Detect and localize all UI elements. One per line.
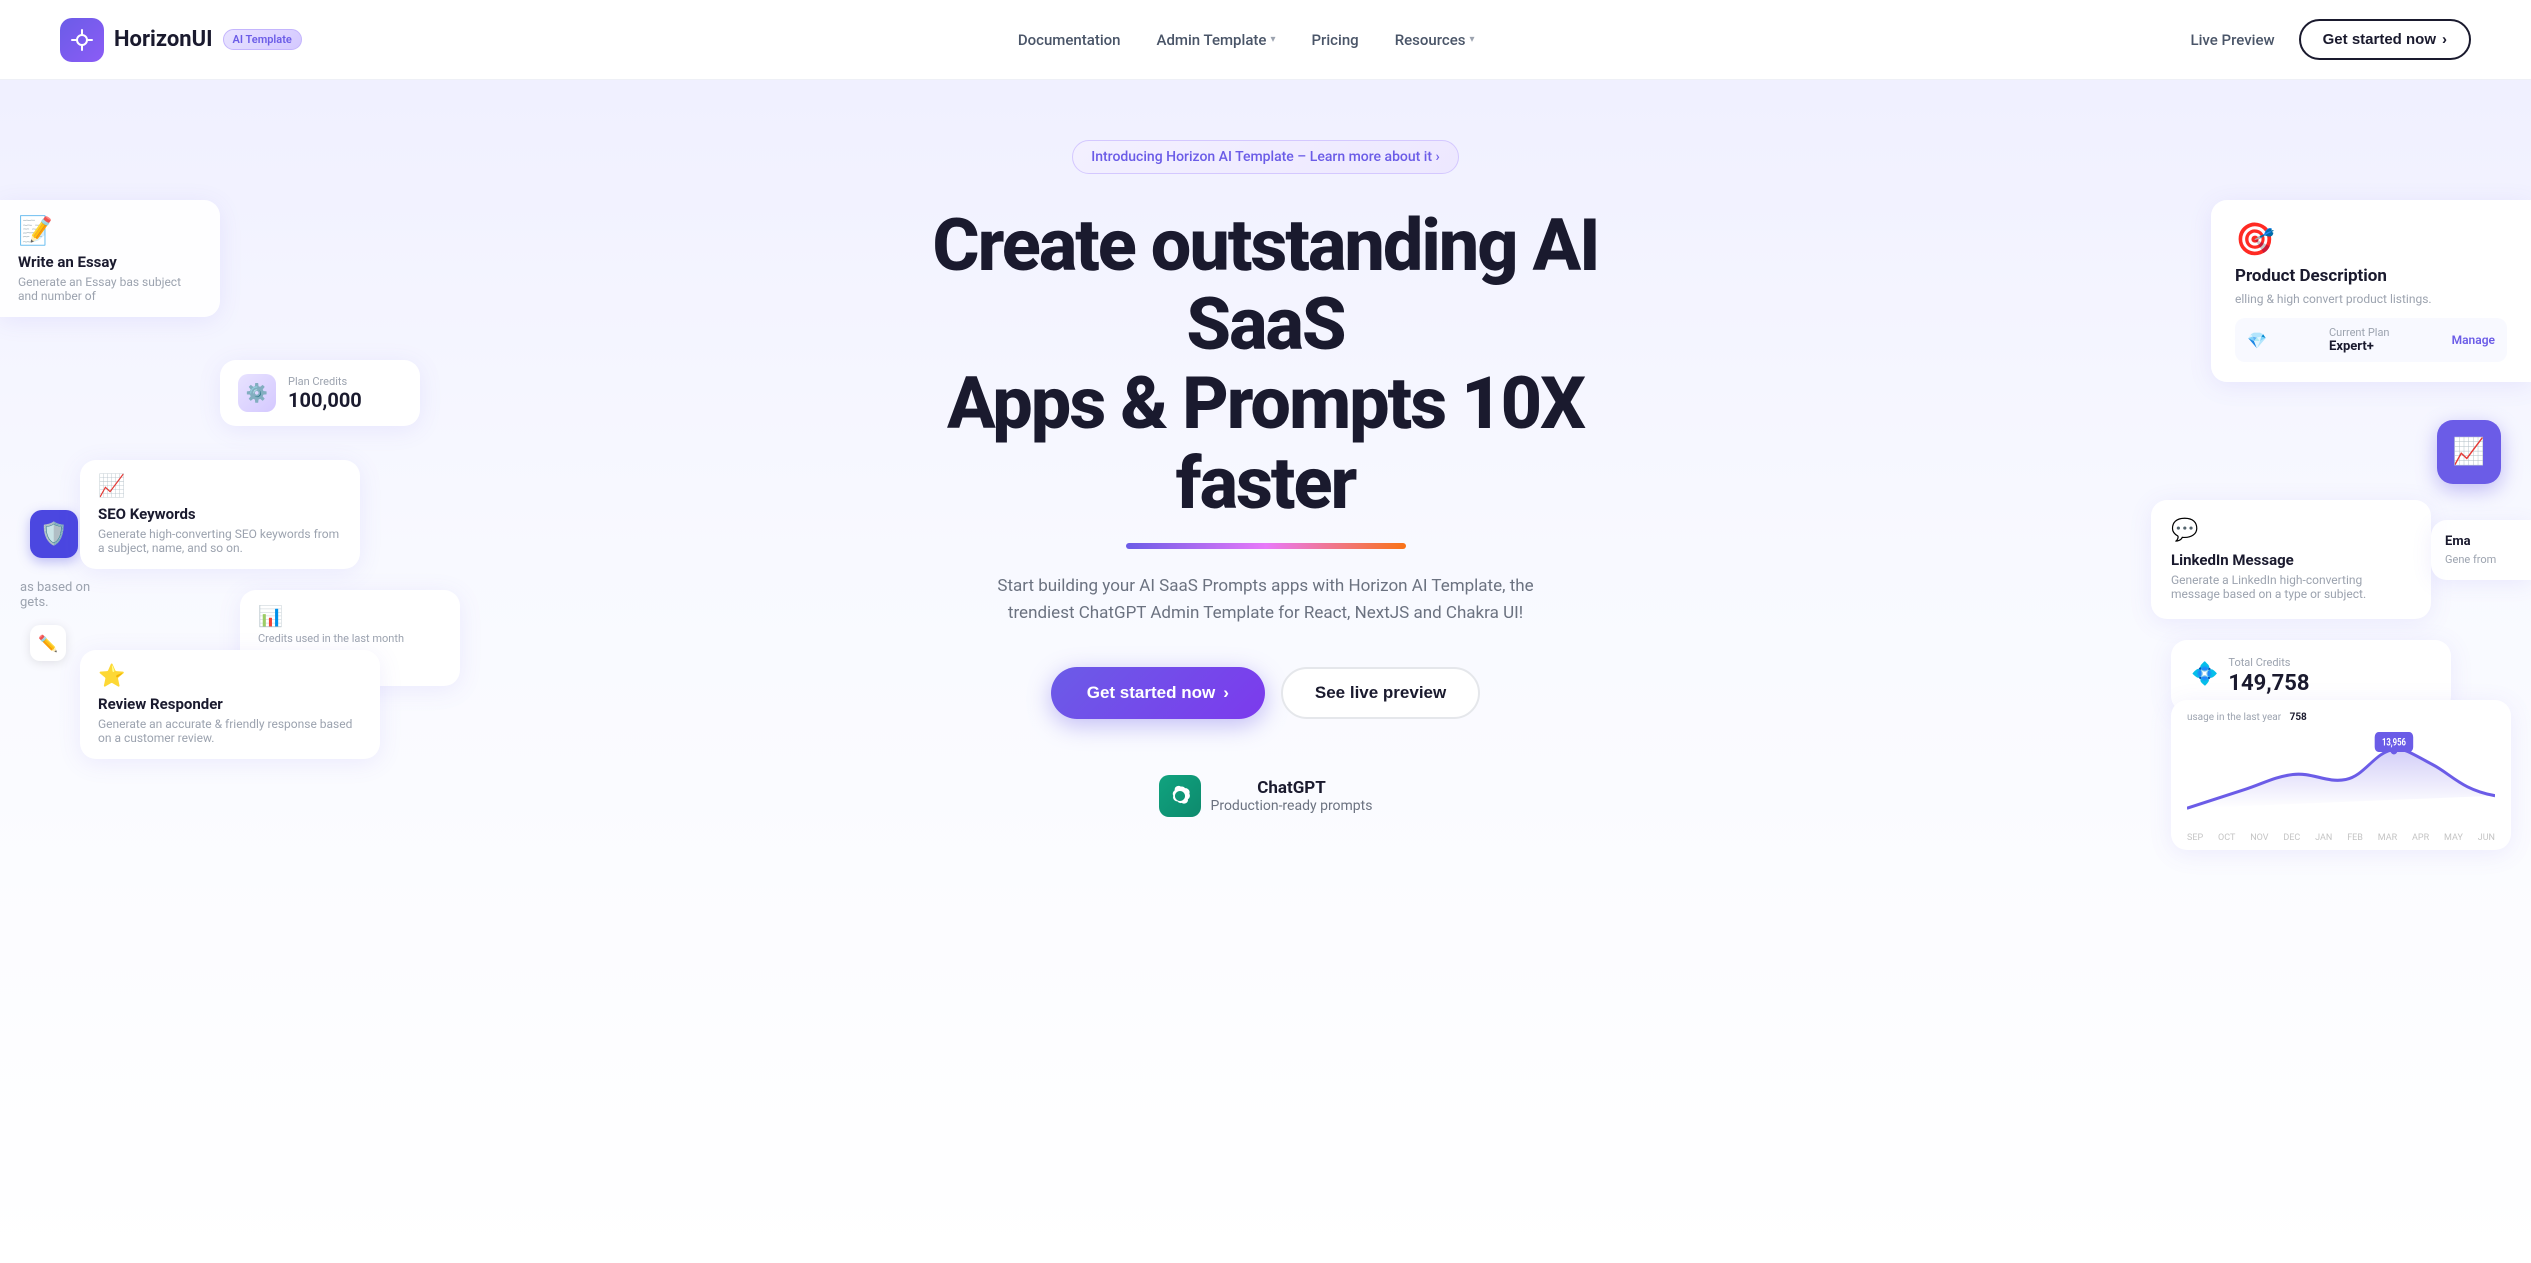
pencil-icon: ✏️: [38, 634, 58, 653]
target-icon: 🎯: [2235, 220, 2507, 258]
chatgpt-badge: ChatGPT Production-ready prompts: [1159, 775, 1373, 817]
nav-documentation[interactable]: Documentation: [1018, 31, 1121, 49]
ai-badge: AI Template: [223, 29, 302, 50]
credits-month-label: Credits used in the last month: [258, 632, 442, 645]
svg-text:13,956: 13,956: [2382, 738, 2406, 749]
hero-buttons: Get started now › See live preview: [916, 667, 1616, 719]
chatgpt-text: ChatGPT Production-ready prompts: [1211, 778, 1373, 814]
admin-template-chevron: ▾: [1270, 34, 1275, 45]
logo-icon: [60, 18, 104, 62]
plan-credits-info: Plan Credits 100,000: [288, 375, 362, 412]
plan-info: Current Plan Expert+: [2329, 326, 2389, 354]
navbar-right: Live Preview Get started now ›: [2191, 19, 2472, 60]
card-review: ⭐ Review Responder Generate an accurate …: [80, 650, 380, 759]
nav-pricing[interactable]: Pricing: [1311, 31, 1358, 49]
card-essay: 📝 Write an Essay Generate an Essay bas s…: [0, 200, 220, 317]
review-title: Review Responder: [98, 695, 362, 713]
seo-title: SEO Keywords: [98, 505, 342, 523]
chart-x-labels: SEPOCTNOVDECJANFEBMARAPRMAYJUN: [2187, 833, 2495, 843]
trending-up-icon: 📈: [2453, 437, 2485, 467]
shield-badge: 🛡️: [30, 510, 78, 558]
star-icon: ⭐: [98, 664, 362, 689]
card-plan-credits: ⚙️ Plan Credits 100,000: [220, 360, 420, 426]
card-product-desc: 🎯 Product Description elling & high conv…: [2211, 200, 2531, 382]
chart-sublabel: usage in the last year 758: [2187, 712, 2495, 723]
plan-label: Current Plan: [2329, 326, 2389, 339]
hero-section: 📝 Write an Essay Generate an Essay bas s…: [0, 80, 2531, 1263]
line-chart: 13,956: [2187, 727, 2495, 827]
plan-value: Expert+: [2329, 339, 2389, 354]
linkedin-title: LinkedIn Message: [2171, 551, 2411, 569]
get-started-nav-button[interactable]: Get started now ›: [2299, 19, 2471, 60]
email-title: Ema: [2445, 534, 2517, 549]
seo-icon: 📈: [98, 474, 342, 499]
hero-subtitle: Start building your AI SaaS Prompts apps…: [986, 573, 1546, 627]
hero-social-proof: ChatGPT Production-ready prompts: [916, 775, 1616, 817]
nav-resources[interactable]: Resources ▾: [1395, 31, 1475, 49]
chatgpt-sublabel: Production-ready prompts: [1211, 798, 1373, 814]
product-desc-title: Product Description: [2235, 266, 2507, 286]
essay-title: Write an Essay: [18, 253, 202, 271]
card-seo: 📈 SEO Keywords Generate high-converting …: [80, 460, 360, 569]
intro-pill[interactable]: Introducing Horizon AI Template – Learn …: [1072, 140, 1459, 174]
plan-icon: 💎: [2247, 331, 2267, 350]
resources-chevron: ▾: [1469, 34, 1474, 45]
linkedin-desc: Generate a LinkedIn high-converting mess…: [2171, 573, 2411, 601]
gear-icon: ⚙️: [246, 383, 268, 404]
card-trending: 📈: [2437, 420, 2501, 484]
essay-icon: 📝: [18, 214, 202, 247]
total-credits-label: Total Credits: [2228, 656, 2309, 669]
review-desc: Generate an accurate & friendly response…: [98, 717, 362, 745]
credits-month-value: 46,042: [258, 647, 442, 672]
nav-admin-template[interactable]: Admin Template ▾: [1157, 31, 1276, 49]
see-live-preview-button[interactable]: See live preview: [1281, 667, 1480, 719]
navbar-left: HorizonUI AI Template: [60, 18, 302, 62]
total-credits-icon: 💠: [2191, 662, 2218, 687]
total-credits-value: 149,758: [2228, 671, 2309, 696]
card-credits-month: 📊 Credits used in the last month 46,042: [240, 590, 460, 686]
plan-credits-label: Plan Credits: [288, 375, 362, 388]
hero-underline: [1126, 543, 1406, 549]
hero-title: Create outstanding AI SaaS Apps & Prompt…: [916, 206, 1616, 523]
as-based-text: as based on gets.: [20, 580, 90, 610]
seo-desc: Generate high-converting SEO keywords fr…: [98, 527, 342, 555]
navbar-nav: Documentation Admin Template ▾ Pricing R…: [1018, 31, 1475, 49]
hero-center: Introducing Horizon AI Template – Learn …: [916, 140, 1616, 817]
chatgpt-label: ChatGPT: [1211, 778, 1373, 798]
chat-icon: 💬: [2171, 518, 2411, 543]
card-total-credits: 💠 Total Credits 149,758: [2171, 640, 2451, 712]
logo-text: HorizonUI: [114, 27, 213, 52]
email-desc: Gene from: [2445, 553, 2517, 566]
arrow-right-icon: ›: [1223, 683, 1229, 703]
navbar: HorizonUI AI Template Documentation Admi…: [0, 0, 2531, 80]
plan-credits-value: 100,000: [288, 388, 362, 412]
shield-icon: 🛡️: [40, 522, 67, 547]
card-email-partial: Ema Gene from: [2431, 520, 2531, 580]
live-preview-link[interactable]: Live Preview: [2191, 31, 2275, 49]
pencil-card: ✏️: [30, 625, 66, 661]
get-started-arrow-icon: ›: [2442, 31, 2447, 48]
chatgpt-icon: [1159, 775, 1201, 817]
get-started-hero-button[interactable]: Get started now ›: [1051, 667, 1265, 719]
card-chart: usage in the last year 758 13,956 SEP: [2171, 700, 2511, 850]
total-credits-info: Total Credits 149,758: [2228, 656, 2309, 696]
card-linkedin: 💬 LinkedIn Message Generate a LinkedIn h…: [2151, 500, 2431, 619]
plan-credits-icon-box: ⚙️: [238, 374, 276, 412]
essay-desc: Generate an Essay bas subject and number…: [18, 275, 202, 303]
product-plan-row: 💎 Current Plan Expert+ Manage: [2235, 318, 2507, 362]
bar-chart-icon: 📊: [258, 604, 442, 628]
product-desc-text: elling & high convert product listings.: [2235, 292, 2507, 306]
manage-button[interactable]: Manage: [2452, 333, 2495, 347]
